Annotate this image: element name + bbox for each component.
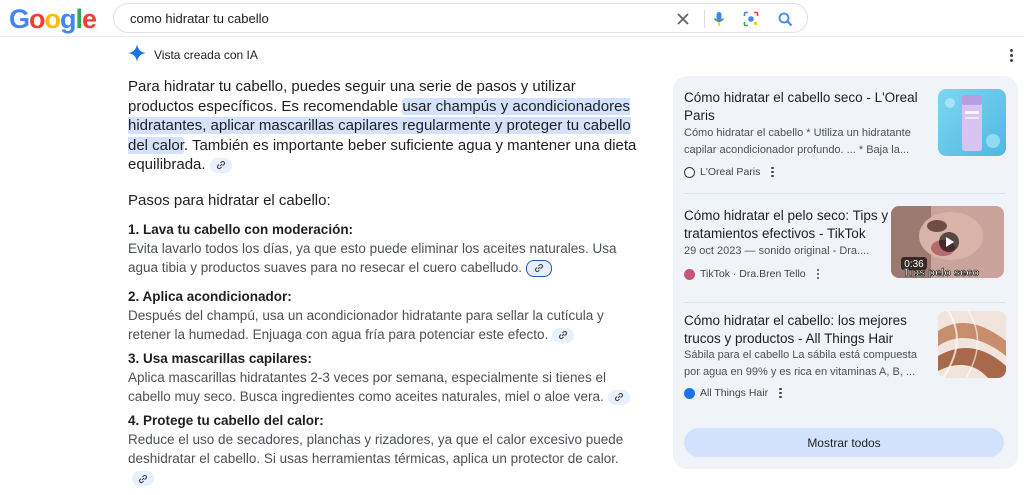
source-attribution: L'Oreal Paris bbox=[684, 165, 774, 179]
step-item: 4. Protege tu cabello del calor: Reduce … bbox=[128, 411, 638, 489]
step-text-content: Reduce el uso de secadores, planchas y r… bbox=[128, 431, 624, 467]
step-title: 2. Aplica acondicionador: bbox=[128, 288, 292, 304]
source-thumbnail[interactable] bbox=[938, 311, 1006, 378]
logo-letter: e bbox=[82, 4, 97, 34]
citation-link-icon[interactable] bbox=[209, 157, 232, 173]
citation-link-icon[interactable] bbox=[526, 259, 552, 277]
search-icon[interactable] bbox=[776, 10, 794, 28]
ai-overview-label: Vista creada con IA bbox=[154, 48, 258, 62]
source-name: L'Oreal Paris bbox=[700, 166, 761, 178]
ai-overview-body: Para hidratar tu cabello, puedes seguir … bbox=[128, 77, 638, 488]
clear-icon[interactable] bbox=[674, 10, 692, 28]
video-overlay-label: Tips pelo seco bbox=[903, 267, 979, 278]
source-card-loreal[interactable]: Cómo hidratar el cabello seco - L'Oreal … bbox=[684, 89, 1006, 184]
step-text-content: Aplica mascarillas hidratantes 2-3 veces… bbox=[128, 369, 606, 405]
source-name: All Things Hair bbox=[700, 387, 769, 399]
source-menu-icon[interactable] bbox=[779, 387, 782, 399]
globe-icon bbox=[684, 387, 695, 399]
sources-panel: Cómo hidratar el cabello seco - L'Oreal … bbox=[673, 76, 1018, 469]
step-title: 1. Lava tu cabello con moderación: bbox=[128, 221, 354, 237]
intro-text-after: . También es importante beber suficiente… bbox=[128, 136, 637, 174]
video-thumbnail[interactable]: 0:36 Tips pelo seco bbox=[891, 206, 1004, 278]
source-title[interactable]: Cómo hidratar el cabello: los mejores tr… bbox=[684, 312, 924, 347]
source-card-tiktok[interactable]: Cómo hidratar el pelo seco: Tips y trata… bbox=[684, 206, 1005, 297]
step-title: 3. Usa mascarillas capilares: bbox=[128, 350, 312, 366]
search-divider bbox=[704, 10, 705, 28]
step-title: 4. Protege tu cabello del calor: bbox=[128, 412, 324, 428]
header: Google como hidratar tu cabello bbox=[0, 0, 1024, 37]
source-title[interactable]: Cómo hidratar el pelo seco: Tips y trata… bbox=[684, 207, 924, 242]
tiktok-avatar-icon bbox=[684, 268, 695, 280]
steps-heading: Pasos para hidratar el cabello: bbox=[128, 191, 331, 209]
logo-letter: G bbox=[9, 4, 30, 34]
source-thumbnail[interactable] bbox=[938, 89, 1006, 156]
sparkle-icon bbox=[128, 43, 146, 67]
citation-link-icon[interactable] bbox=[132, 471, 154, 487]
card-divider bbox=[684, 302, 1005, 303]
lens-icon[interactable] bbox=[742, 10, 760, 28]
source-card-allthingshair[interactable]: Cómo hidratar el cabello: los mejores tr… bbox=[684, 311, 1006, 402]
logo-letter: g bbox=[60, 4, 76, 34]
source-menu-icon[interactable] bbox=[771, 166, 774, 178]
search-input[interactable]: como hidratar tu cabello bbox=[130, 11, 269, 26]
citation-link-icon[interactable] bbox=[552, 327, 575, 343]
step-item: 1. Lava tu cabello con moderación: Evita… bbox=[128, 220, 638, 278]
ai-overview-header: Vista creada con IA bbox=[128, 43, 258, 67]
source-attribution: TikTok · Dra.Bren Tello bbox=[684, 267, 820, 281]
step-text-content: Después del champú, usa un acondicionado… bbox=[128, 307, 604, 343]
microphone-icon[interactable] bbox=[710, 10, 728, 28]
source-snippet: Sábila para el cabello La sábila está co… bbox=[684, 349, 917, 378]
step-text: Aplica mascarillas hidratantes 2-3 veces… bbox=[128, 368, 638, 407]
google-logo[interactable]: Google bbox=[9, 4, 97, 35]
logo-letter: o bbox=[29, 4, 45, 34]
citation-link-icon[interactable] bbox=[607, 389, 630, 405]
source-menu-icon[interactable] bbox=[816, 268, 820, 280]
step-text: Evita lavarlo todos los días, ya que est… bbox=[128, 239, 638, 278]
card-divider bbox=[684, 193, 1005, 194]
source-snippet: 29 oct 2023 — sonido original - Dra.... bbox=[684, 245, 870, 257]
step-item: 3. Usa mascarillas capilares: Aplica mas… bbox=[128, 349, 638, 407]
source-name: TikTok · Dra.Bren Tello bbox=[700, 268, 806, 280]
loreal-icon bbox=[684, 166, 695, 178]
step-text: Después del champú, usa un acondicionado… bbox=[128, 306, 638, 345]
show-all-button[interactable]: Mostrar todos bbox=[684, 428, 1004, 457]
intro-paragraph: Para hidratar tu cabello, puedes seguir … bbox=[128, 77, 638, 175]
source-attribution: All Things Hair bbox=[684, 386, 782, 400]
logo-letter: o bbox=[44, 4, 61, 34]
step-text: Reduce el uso de secadores, planchas y r… bbox=[128, 430, 638, 489]
step-item: 2. Aplica acondicionador: Después del ch… bbox=[128, 287, 638, 345]
source-title[interactable]: Cómo hidratar el cabello seco - L'Oreal … bbox=[684, 89, 924, 124]
more-options-icon[interactable] bbox=[1005, 46, 1017, 64]
search-box[interactable]: como hidratar tu cabello bbox=[113, 3, 808, 33]
source-snippet: Cómo hidratar el cabello * Utiliza un hi… bbox=[684, 127, 911, 156]
